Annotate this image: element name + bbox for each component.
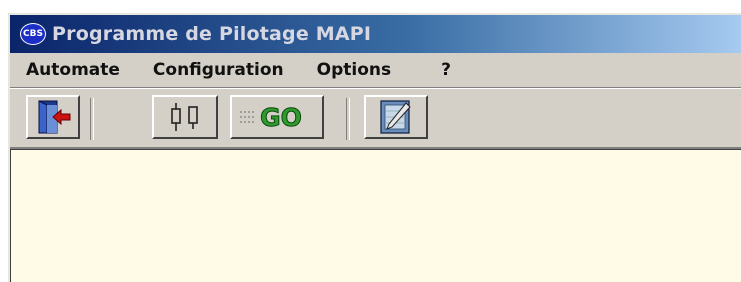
menu-automate[interactable]: Automate [26,58,120,82]
exit-button[interactable] [26,95,80,139]
connect-button[interactable] [152,95,218,139]
app-icon[interactable]: CBS [20,23,46,45]
go-button[interactable]: GO [230,95,324,139]
menu-help[interactable]: ? [441,58,451,82]
connector-icon [171,103,198,131]
exit-door-icon [38,100,71,134]
window-title: Programme de Pilotage MAPI [52,23,372,45]
toolbar: GO [10,87,741,148]
go-label: GO [260,102,303,132]
menu-bar: Automate Configuration Options ? [10,53,741,87]
toolbar-separator [346,98,350,140]
menu-options[interactable]: Options [317,58,391,82]
toolbar-separator [90,98,94,140]
edit-pencil-icon [380,100,411,134]
title-bar[interactable]: CBS Programme de Pilotage MAPI [10,15,741,53]
go-icon [240,111,254,123]
main-window: CBS Programme de Pilotage MAPI Automate … [8,13,741,282]
menu-configuration[interactable]: Configuration [153,58,284,82]
client-area[interactable] [10,147,741,282]
edit-button[interactable] [364,95,428,139]
